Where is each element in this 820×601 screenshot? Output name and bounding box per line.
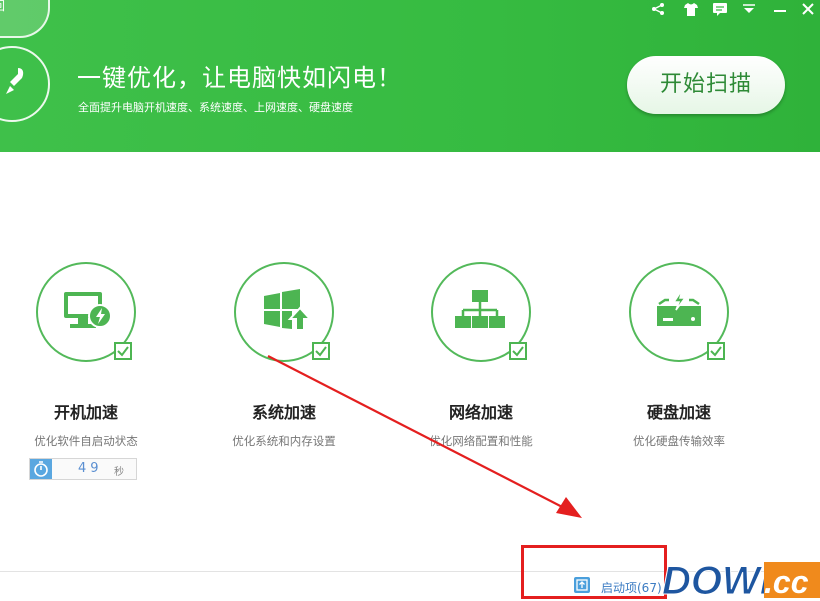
watermark-logo: DOWN .cc xyxy=(662,559,820,601)
annotation-arrow xyxy=(267,355,582,518)
watermark-text-b: .cc xyxy=(764,564,809,600)
annotation-highlight-box xyxy=(521,545,667,599)
